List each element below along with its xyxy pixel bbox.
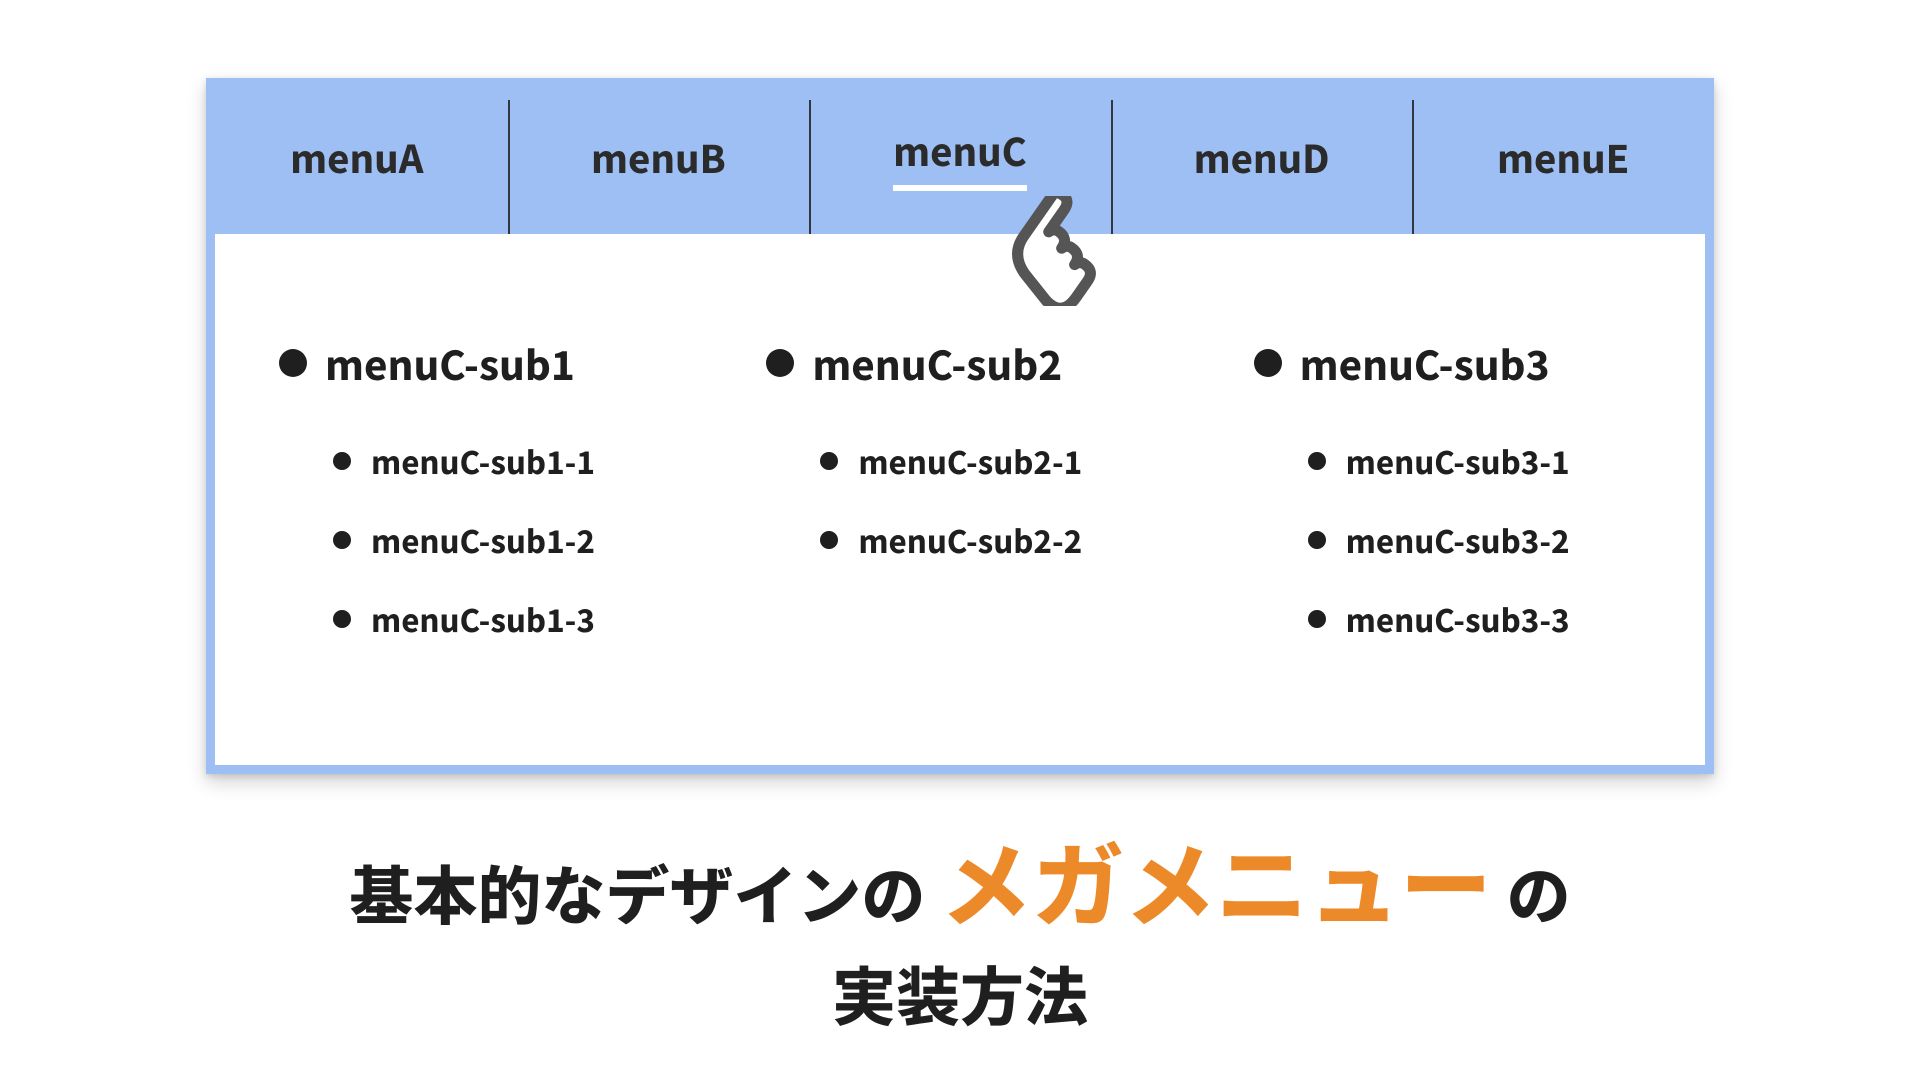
mega-subitem-label: menuC-sub2-1 <box>858 438 1082 483</box>
mega-column-1: menuC-sub1 menuC-sub1-1 menuC-sub1-2 men… <box>279 334 666 675</box>
menu-item-d[interactable]: menuD <box>1111 78 1413 234</box>
mega-column-3: menuC-sub3 menuC-sub3-1 menuC-sub3-2 men… <box>1254 334 1641 675</box>
mega-menu: menuA menuB menuC menuD menuE menuC-sub1 <box>206 78 1714 774</box>
menu-bar: menuA menuB menuC menuD menuE <box>206 78 1714 234</box>
mega-subitem-label: menuC-sub3-1 <box>1346 438 1570 483</box>
mega-subitem-label: menuC-sub3-3 <box>1346 596 1570 641</box>
mega-heading[interactable]: menuC-sub2 <box>766 334 1153 392</box>
mega-subitem[interactable]: menuC-sub1-1 <box>333 438 666 483</box>
bullet-icon <box>333 531 351 549</box>
bullet-icon <box>1308 452 1326 470</box>
mega-subitem[interactable]: menuC-sub3-1 <box>1308 438 1641 483</box>
mega-sublist: menuC-sub1-1 menuC-sub1-2 menuC-sub1-3 <box>279 438 666 641</box>
menu-item-b[interactable]: menuB <box>508 78 810 234</box>
mega-subitem-label: menuC-sub1-2 <box>371 517 595 562</box>
mega-subitem[interactable]: menuC-sub1-3 <box>333 596 666 641</box>
mega-sublist: menuC-sub2-1 menuC-sub2-2 <box>766 438 1153 562</box>
menu-label: menuA <box>290 129 423 184</box>
menu-item-e[interactable]: menuE <box>1412 78 1714 234</box>
mega-subitem-label: menuC-sub1-3 <box>371 596 595 641</box>
mega-heading[interactable]: menuC-sub1 <box>279 334 666 392</box>
caption-line2: 実装方法 <box>0 950 1920 1036</box>
caption-suffix: の <box>1507 846 1571 938</box>
menu-item-a[interactable]: menuA <box>206 78 508 234</box>
mega-heading-label: menuC-sub3 <box>1300 334 1550 392</box>
caption: 基本的なデザインの メガメニュー の 実装方法 <box>0 818 1920 1037</box>
bullet-icon <box>820 531 838 549</box>
mega-heading[interactable]: menuC-sub3 <box>1254 334 1641 392</box>
diagram-stage: menuA menuB menuC menuD menuE menuC-sub1 <box>0 0 1920 1080</box>
caption-prefix: 基本的なデザインの <box>349 846 925 938</box>
bullet-icon <box>333 452 351 470</box>
menu-label: menuC <box>893 122 1027 191</box>
bullet-icon <box>333 610 351 628</box>
mega-subitem[interactable]: menuC-sub3-2 <box>1308 517 1641 562</box>
mega-subitem[interactable]: menuC-sub2-1 <box>820 438 1153 483</box>
mega-subitem-label: menuC-sub2-2 <box>858 517 1082 562</box>
bullet-icon <box>279 349 307 377</box>
caption-accent: メガメニュー <box>940 813 1492 946</box>
menu-label: menuE <box>1497 129 1629 184</box>
mega-subitem[interactable]: menuC-sub2-2 <box>820 517 1153 562</box>
bullet-icon <box>1308 531 1326 549</box>
mega-sublist: menuC-sub3-1 menuC-sub3-2 menuC-sub3-3 <box>1254 438 1641 641</box>
mega-subitem-label: menuC-sub1-1 <box>371 438 595 483</box>
mega-subitem[interactable]: menuC-sub1-2 <box>333 517 666 562</box>
mega-heading-label: menuC-sub2 <box>812 334 1062 392</box>
mega-column-2: menuC-sub2 menuC-sub2-1 menuC-sub2-2 <box>766 334 1153 675</box>
menu-item-c[interactable]: menuC <box>809 78 1111 234</box>
bullet-icon <box>820 452 838 470</box>
bullet-icon <box>1254 349 1282 377</box>
mega-subitem[interactable]: menuC-sub3-3 <box>1308 596 1641 641</box>
mega-subitem-label: menuC-sub3-2 <box>1346 517 1570 562</box>
mega-panel: menuC-sub1 menuC-sub1-1 menuC-sub1-2 men… <box>206 234 1714 774</box>
menu-label: menuB <box>591 129 726 184</box>
mega-heading-label: menuC-sub1 <box>325 334 575 392</box>
bullet-icon <box>1308 610 1326 628</box>
menu-label: menuD <box>1194 129 1330 184</box>
bullet-icon <box>766 349 794 377</box>
